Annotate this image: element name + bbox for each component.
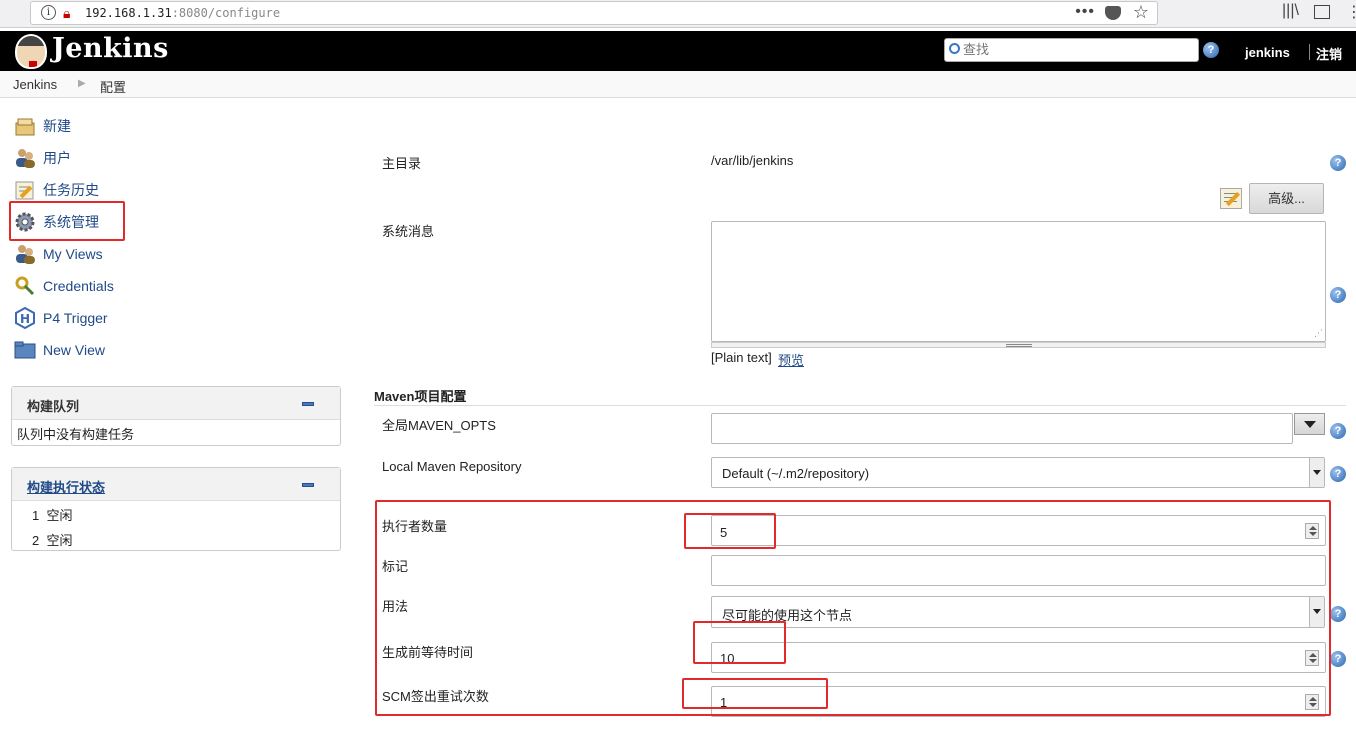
maven-opts-input[interactable] [711,413,1293,444]
sidebar-toggle-icon[interactable] [1314,5,1330,19]
new-item-icon [14,115,36,137]
help-icon[interactable]: ? [1330,423,1346,439]
home-dir-value: /var/lib/jenkins [711,153,794,168]
insecure-lock-icon[interactable]: 🔒︎ [63,5,77,21]
notepad-icon[interactable] [1220,188,1242,209]
breadcrumb-configure[interactable]: 配置 [100,77,126,96]
breadcrumb: Jenkins ▶ 配置 [0,71,1356,98]
svg-text:H: H [20,312,30,326]
collapse-icon[interactable] [302,402,314,406]
maven-opts-label: 全局MAVEN_OPTS [382,418,496,433]
logout-link[interactable]: 注销 [1316,44,1342,63]
sidebar-item-new[interactable]: 新建 [14,115,71,137]
executors-panel: 构建执行状态 1 空闲 2 空闲 [11,467,341,551]
plain-text-label: [Plain text] [711,350,772,365]
library-icon[interactable]: |||\ [1282,2,1299,20]
p4-icon: H [14,306,36,330]
build-queue-header: 构建队列 [12,387,340,420]
search-icon [949,43,960,54]
annotation-highlight-quiet-period [693,621,786,664]
header-divider [1309,44,1310,60]
local-repo-select[interactable]: Default (~/.m2/repository) [711,457,1325,488]
annotation-highlight-scm-retry [682,678,828,709]
local-repo-label: Local Maven Repository [382,459,522,474]
textarea-resize-handle[interactable] [711,342,1326,348]
sidebar-item-users[interactable]: 用户 [14,147,71,169]
sidebar-item-credentials[interactable]: Credentials [14,275,114,297]
breadcrumb-arrow-icon: ▶ [78,78,86,89]
build-queue-title: 构建队列 [27,399,80,414]
collapse-icon[interactable] [302,483,314,487]
jenkins-header: Jenkins ? jenkins 注销 [0,31,1356,71]
executors-header: 构建执行状态 [12,468,340,501]
search-input[interactable] [963,41,1193,59]
sidebar-item-new-view[interactable]: New View [14,339,105,361]
help-icon[interactable]: ? [1330,155,1346,171]
chevron-down-icon [1309,458,1324,487]
info-icon[interactable]: i [41,5,56,20]
executor-row: 2 空闲 [32,533,73,548]
url-text[interactable]: 192.168.1.31:8080/configure [85,6,280,20]
bookmark-star-icon[interactable]: ☆ [1133,2,1149,23]
sidebar-item-p4-trigger[interactable]: H P4 Trigger [14,306,108,330]
maven-section-title: Maven项目配置 [374,389,467,404]
search-box [944,38,1199,62]
annotation-highlight-executors [684,513,776,549]
build-queue-panel: 构建队列 队列中没有构建任务 [11,386,341,446]
help-icon[interactable]: ? [1330,287,1346,303]
section-divider [374,405,1346,406]
user-link[interactable]: jenkins [1245,45,1290,60]
help-icon[interactable]: ? [1330,466,1346,482]
help-icon[interactable]: ? [1330,606,1346,622]
users-icon [14,147,36,169]
menu-icon[interactable]: ⋮ [1346,2,1356,22]
help-icon[interactable]: ? [1203,42,1219,58]
address-bar[interactable]: i 🔒︎ 192.168.1.31:8080/configure ••• ☆ [30,1,1158,25]
jenkins-logo-icon[interactable] [15,34,47,69]
executor-row: 1 空闲 [32,508,73,523]
home-dir-label: 主目录 [382,156,422,171]
system-message-textarea[interactable]: ⋰ [711,221,1326,342]
folder-icon [14,339,36,361]
jenkins-logo-text[interactable]: Jenkins [52,33,169,64]
system-message-label: 系统消息 [382,224,435,239]
pocket-icon[interactable] [1105,6,1121,20]
help-icon[interactable]: ? [1330,651,1346,667]
page-actions-icon[interactable]: ••• [1075,3,1095,21]
browser-toolbar: i 🔒︎ 192.168.1.31:8080/configure ••• ☆ |… [0,0,1356,28]
annotation-highlight-settings [375,500,1331,716]
sidebar-item-my-views[interactable]: My Views [14,243,103,265]
executors-title[interactable]: 构建执行状态 [27,477,105,496]
advanced-button[interactable]: 高级... [1249,183,1324,214]
annotation-highlight-manage [9,201,125,241]
key-icon [14,275,36,297]
sidebar-item-build-history[interactable]: 任务历史 [14,179,99,201]
build-history-icon [14,179,36,201]
build-queue-empty: 队列中没有构建任务 [17,427,135,442]
preview-link[interactable]: 预览 [778,350,804,369]
resize-grip-icon[interactable]: ⋰ [1314,328,1323,339]
expand-dropdown-button[interactable] [1294,413,1325,435]
breadcrumb-jenkins[interactable]: Jenkins [13,77,57,92]
users-icon [14,243,36,265]
